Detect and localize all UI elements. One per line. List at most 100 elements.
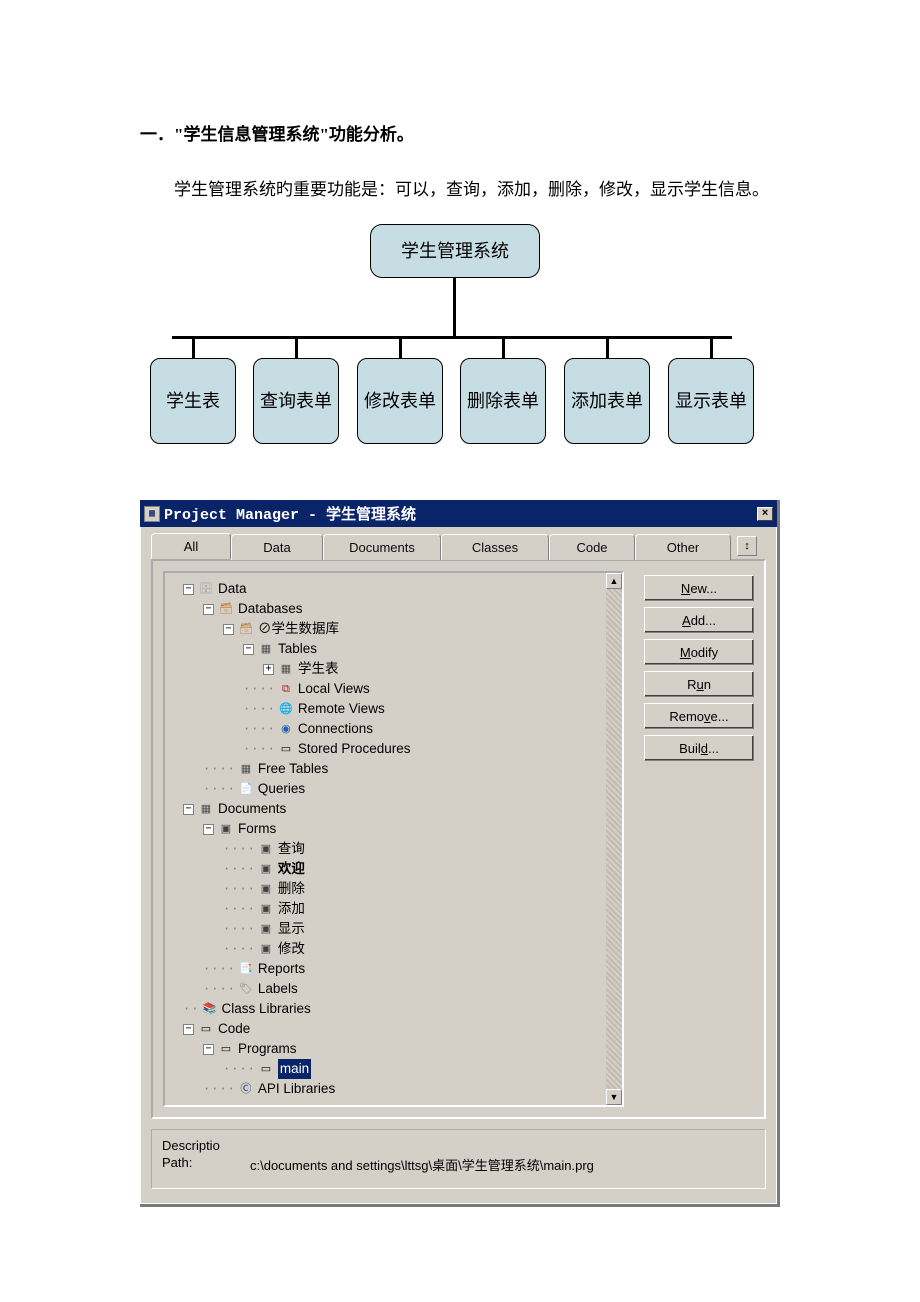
tree-node-storedproc[interactable]: Stored Procedures	[298, 739, 411, 759]
scroll-up-button[interactable]: ▲	[606, 573, 622, 589]
tree-node-form-modify[interactable]: 修改	[278, 939, 305, 959]
free-tables-icon: ▦	[238, 762, 254, 776]
tree-node-code[interactable]: Code	[218, 1019, 250, 1039]
connector	[399, 336, 402, 358]
footer-panel: Descriptio Path: c:\documents and settin…	[151, 1129, 766, 1189]
tree-node-documents[interactable]: Documents	[218, 799, 286, 819]
tab-documents[interactable]: Documents	[323, 534, 441, 560]
tab-other[interactable]: Other	[635, 534, 731, 560]
description-label: Descriptio	[162, 1138, 232, 1153]
expand-toggle[interactable]: +	[263, 664, 274, 675]
tree-node-reports[interactable]: Reports	[258, 959, 305, 979]
connector	[172, 336, 732, 339]
connector	[192, 336, 195, 358]
tree-node-databases[interactable]: Databases	[238, 599, 303, 619]
connector	[710, 336, 713, 358]
tree-node-freetables[interactable]: Free Tables	[258, 759, 328, 779]
tree-node-form-delete[interactable]: 删除	[278, 879, 305, 899]
code-icon: ▭	[198, 1022, 214, 1036]
add-button[interactable]: Add...	[644, 607, 754, 633]
programs-icon: ▭	[218, 1042, 234, 1056]
expand-toggle[interactable]: −	[183, 584, 194, 595]
tables-icon: ▦	[258, 642, 274, 656]
vertical-scrollbar[interactable]: ▲ ▼	[606, 573, 622, 1105]
labels-icon: 🏷	[238, 982, 254, 996]
connector	[606, 336, 609, 358]
new-button[interactable]: New...	[644, 575, 754, 601]
tree-node-queries[interactable]: Queries	[258, 779, 305, 799]
tree-panel: −🗄Data −🗃Databases −🗃⊘学生数据库 −▦Tables +▦学…	[163, 571, 624, 1107]
connector	[295, 336, 298, 358]
tree-node-tables[interactable]: Tables	[278, 639, 317, 659]
form-icon: ▣	[258, 942, 274, 956]
modify-button[interactable]: Modify	[644, 639, 754, 665]
tree-node-classlib[interactable]: Class Libraries	[221, 999, 310, 1019]
form-icon: ▣	[258, 922, 274, 936]
tab-data[interactable]: Data	[231, 534, 323, 560]
child-node: 修改表单	[357, 358, 443, 444]
tree-node-main[interactable]: main	[278, 1059, 311, 1079]
table-icon: ▦	[278, 662, 294, 676]
button-panel: New... Add... Modify Run Remove... Build…	[644, 571, 754, 1107]
section-title: 一．"学生信息管理系统"功能分析。	[140, 120, 780, 145]
remove-button[interactable]: Remove...	[644, 703, 754, 729]
tree-node-table1[interactable]: 学生表	[298, 659, 339, 679]
form-icon: ▣	[258, 842, 274, 856]
close-button[interactable]: ×	[757, 507, 773, 521]
child-node: 添加表单	[564, 358, 650, 444]
tab-overflow-button[interactable]: ↕	[737, 536, 757, 556]
form-icon: ▣	[258, 902, 274, 916]
build-button[interactable]: Build...	[644, 735, 754, 761]
tree-node-labels[interactable]: Labels	[258, 979, 298, 999]
databases-icon: 🗃	[218, 602, 234, 616]
tree-node-remoteviews[interactable]: Remote Views	[298, 699, 385, 719]
path-label: Path:	[162, 1155, 232, 1174]
tree-node-form-add[interactable]: 添加	[278, 899, 305, 919]
tree-node-dbname[interactable]: ⊘学生数据库	[258, 619, 339, 639]
form-icon: ▣	[258, 882, 274, 896]
expand-toggle[interactable]: −	[183, 1024, 194, 1035]
tree-node-programs[interactable]: Programs	[238, 1039, 297, 1059]
path-value: c:\documents and settings\lttsg\桌面\学生管理系…	[250, 1155, 594, 1174]
run-button[interactable]: Run	[644, 671, 754, 697]
hierarchy-diagram: 学生管理系统 学生表 查询表单 修改表单 删除表单 添加表单 显示表单	[150, 224, 770, 460]
child-node: 查询表单	[253, 358, 339, 444]
root-node: 学生管理系统	[370, 224, 540, 278]
program-icon: ▭	[258, 1062, 274, 1076]
tree-node-connections[interactable]: Connections	[298, 719, 373, 739]
tab-classes[interactable]: Classes	[441, 534, 549, 560]
expand-toggle[interactable]: −	[183, 804, 194, 815]
title-bar[interactable]: ▦ Project Manager - 学生管理系统 ×	[140, 500, 777, 527]
tree-node-localviews[interactable]: Local Views	[298, 679, 370, 699]
queries-icon: 📄	[238, 782, 254, 796]
documents-icon: ▦	[198, 802, 214, 816]
class-libraries-icon: 📚	[201, 1002, 217, 1016]
project-tree[interactable]: −🗄Data −🗃Databases −🗃⊘学生数据库 −▦Tables +▦学…	[169, 579, 622, 1099]
tree-node-form-query[interactable]: 查询	[278, 839, 305, 859]
expand-toggle[interactable]: −	[203, 824, 214, 835]
tab-code[interactable]: Code	[549, 534, 635, 560]
tab-strip: All Data Documents Classes Code Other ↕	[151, 533, 766, 559]
expand-toggle[interactable]: −	[223, 624, 234, 635]
expand-toggle[interactable]: −	[203, 604, 214, 615]
tree-node-apilib[interactable]: API Libraries	[258, 1079, 335, 1099]
connections-icon: ◉	[278, 722, 294, 736]
stored-proc-icon: ▭	[278, 742, 294, 756]
remote-views-icon: 🌐	[278, 702, 294, 716]
database-icon: 🗃	[238, 622, 254, 636]
intro-text: 学生管理系统旳重要功能是：可以，查询，添加，删除，修改，显示学生信息。	[174, 175, 780, 200]
api-libraries-icon: Ⓒ	[238, 1082, 254, 1096]
tree-node-form-welcome[interactable]: 欢迎	[278, 859, 305, 879]
reports-icon: 📑	[238, 962, 254, 976]
expand-toggle[interactable]: −	[243, 644, 254, 655]
tab-all[interactable]: All	[151, 533, 231, 559]
data-icon: 🗄	[198, 582, 214, 596]
tree-node-forms[interactable]: Forms	[238, 819, 276, 839]
scroll-down-button[interactable]: ▼	[606, 1089, 622, 1105]
connector	[502, 336, 505, 358]
tree-node-form-show[interactable]: 显示	[278, 919, 305, 939]
expand-toggle[interactable]: −	[203, 1044, 214, 1055]
tree-node-data[interactable]: Data	[218, 579, 247, 599]
scroll-track[interactable]	[606, 589, 622, 1089]
forms-icon: ▣	[218, 822, 234, 836]
